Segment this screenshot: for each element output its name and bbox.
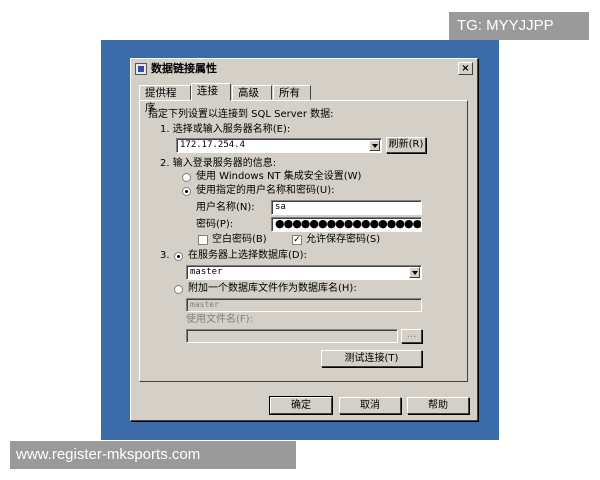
window-icon	[135, 63, 147, 75]
refresh-button[interactable]: 刷新(R)	[386, 137, 426, 153]
server-name-value: 172.17.254.4	[180, 140, 246, 150]
password-label: 密码(P):	[196, 219, 234, 230]
database-combobox[interactable]: master	[186, 265, 422, 280]
step3-label: 3.	[160, 250, 170, 261]
option-select-database-label: 在服务器上选择数据库(D):	[188, 250, 307, 261]
blank-password-checkbox[interactable]	[198, 235, 208, 245]
chevron-down-icon[interactable]	[369, 140, 380, 151]
step2-label: 2. 输入登录服务器的信息:	[160, 158, 277, 169]
database-value: master	[190, 267, 223, 277]
option-user-password-label: 使用指定的用户名称和密码(U):	[196, 185, 335, 196]
dialog-title: 数据链接属性	[151, 62, 217, 75]
watermark-top: TG: MYYJJPP	[449, 12, 589, 40]
browse-button[interactable]: ...	[401, 329, 422, 343]
intro-text: 指定下列设置以连接到 SQL Server 数据:	[148, 109, 334, 120]
filename-input[interactable]	[186, 329, 398, 343]
save-password-checkbox[interactable]: ✓	[292, 235, 302, 245]
ok-button[interactable]: 确定	[269, 396, 333, 415]
step1-label: 1. 选择或输入服务器名称(E):	[160, 124, 291, 135]
blank-password-label: 空白密码(B)	[212, 234, 267, 245]
server-name-combobox[interactable]: 172.17.254.4	[176, 138, 382, 153]
tab-connection[interactable]: 连接	[191, 83, 231, 101]
username-label: 用户名称(N):	[196, 202, 255, 213]
option-nt-security-label: 使用 Windows NT 集成安全设置(W)	[196, 171, 362, 182]
password-input[interactable]: ●●●●●●●●●●●●●●●●●	[271, 217, 422, 232]
attach-database-input[interactable]: master	[186, 298, 422, 312]
data-link-properties-dialog: 数据链接属性 × 提供程序 连接 高级 所有 指定下列设置以连接到 SQL Se…	[130, 58, 478, 421]
tab-advanced[interactable]: 高级	[232, 85, 272, 100]
use-filename-label: 使用文件名(F):	[186, 314, 253, 325]
close-button[interactable]: ×	[458, 62, 473, 75]
option-attach-database-label: 附加一个数据库文件作为数据库名(H):	[188, 283, 357, 294]
test-connection-button[interactable]: 测试连接(T)	[321, 350, 422, 367]
connection-panel: 指定下列设置以连接到 SQL Server 数据: 1. 选择或输入服务器名称(…	[139, 100, 468, 382]
watermark-bottom: www.register-mksports.com	[10, 441, 296, 469]
cancel-button[interactable]: 取消	[339, 397, 401, 414]
help-button[interactable]: 帮助	[407, 397, 469, 414]
username-input[interactable]: sa	[271, 200, 422, 215]
save-password-label: 允许保存密码(S)	[306, 234, 381, 245]
title-bar: 数据链接属性 ×	[133, 61, 475, 77]
radio-user-password[interactable]	[182, 187, 191, 196]
chevron-down-icon[interactable]	[409, 267, 420, 278]
tab-all[interactable]: 所有	[273, 85, 311, 100]
radio-nt-security[interactable]	[182, 173, 191, 182]
radio-attach-database[interactable]	[174, 285, 183, 294]
tab-provider[interactable]: 提供程序	[139, 85, 191, 114]
radio-select-database[interactable]	[174, 252, 183, 261]
